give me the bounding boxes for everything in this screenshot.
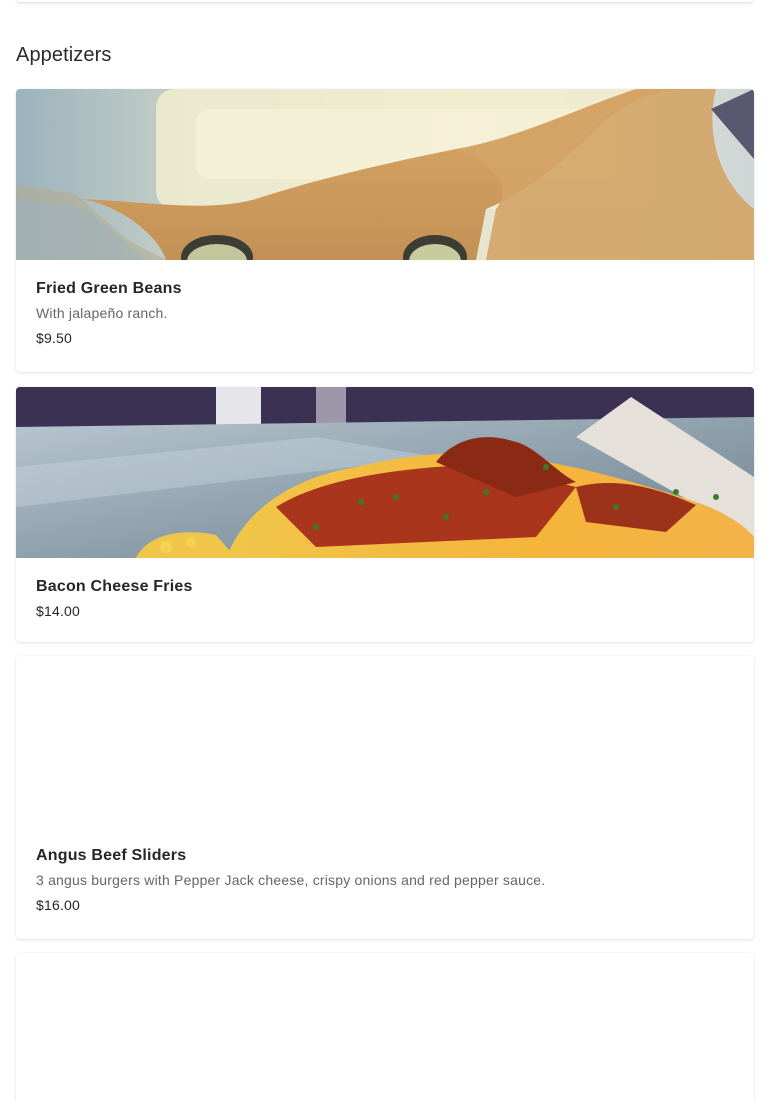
section-title: Appetizers bbox=[16, 44, 112, 66]
menu-item-card-fried-green-beans[interactable]: Fried Green Beans With jalapeño ranch. $… bbox=[16, 89, 754, 372]
fried-green-beans-photo bbox=[16, 89, 754, 260]
menu-item-card-angus-beef-sliders[interactable]: Angus Beef Sliders 3 angus burgers with … bbox=[16, 656, 754, 939]
menu-item-card[interactable] bbox=[16, 953, 754, 1101]
menu-item-details: Bacon Cheese Fries $14.00 bbox=[16, 558, 754, 639]
menu-page: Appetizers Fried Green Beans With jalape… bbox=[0, 0, 770, 1101]
menu-item-card-bacon-cheese-fries[interactable]: Bacon Cheese Fries $14.00 bbox=[16, 387, 754, 642]
menu-item-image-placeholder bbox=[16, 656, 754, 827]
menu-item-description: With jalapeño ranch. bbox=[36, 305, 168, 321]
menu-item-price: $9.50 bbox=[36, 330, 73, 346]
menu-item-name: Fried Green Beans bbox=[36, 280, 182, 297]
menu-item-details: Angus Beef Sliders 3 angus burgers with … bbox=[16, 827, 754, 933]
menu-item-details: Fried Green Beans With jalapeño ranch. $… bbox=[16, 260, 754, 366]
menu-item-description: 3 angus burgers with Pepper Jack cheese,… bbox=[36, 872, 546, 888]
menu-item-price: $16.00 bbox=[36, 897, 81, 913]
menu-item-image-placeholder bbox=[16, 953, 754, 1101]
menu-item-name: Bacon Cheese Fries bbox=[36, 578, 193, 595]
previous-menu-card[interactable] bbox=[16, 0, 754, 2]
menu-item-price: $14.00 bbox=[36, 603, 81, 619]
bacon-cheese-fries-photo bbox=[16, 387, 754, 558]
menu-item-name: Angus Beef Sliders bbox=[36, 847, 187, 864]
